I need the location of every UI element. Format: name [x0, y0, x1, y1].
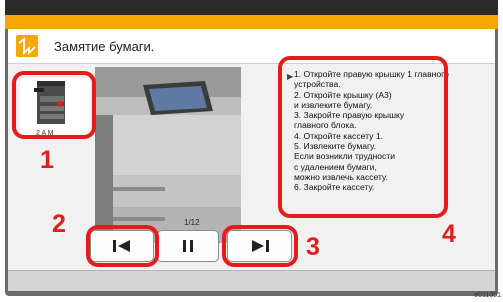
- callout-ring-previous: [86, 225, 159, 267]
- figure-code: e011001: [474, 292, 501, 299]
- callout-number: 3: [306, 233, 320, 261]
- top-bar: [5, 0, 498, 15]
- copier-illustration: [95, 67, 241, 243]
- page-title: Замятие бумаги.: [54, 39, 155, 54]
- pause-icon: [183, 240, 193, 252]
- callout-ring-instructions: [278, 56, 448, 218]
- callout-ring-next: [222, 225, 298, 267]
- callout-number: 4: [442, 220, 456, 248]
- status-strip: [5, 15, 498, 29]
- paper-jam-icon: [16, 35, 38, 57]
- callout-ring-device: [12, 71, 96, 139]
- callout-number: 1: [40, 146, 54, 174]
- pause-button[interactable]: [157, 230, 219, 262]
- page-indicator: 1/12: [184, 218, 200, 227]
- bottom-bar: [8, 270, 495, 291]
- callout-number: 2: [52, 210, 66, 238]
